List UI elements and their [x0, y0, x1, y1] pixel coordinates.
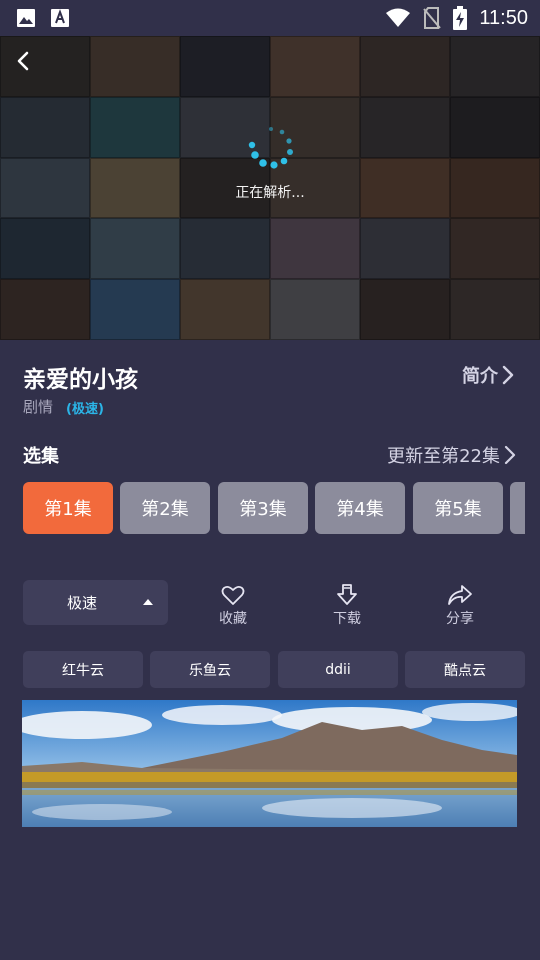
download-label: 下载 [333, 611, 361, 627]
video-player[interactable]: 正在解析... [0, 36, 540, 340]
intro-label: 简介 [462, 366, 498, 387]
share-icon [448, 585, 472, 605]
chevron-right-icon [504, 445, 516, 465]
episode-button-5[interactable]: 第5集 [413, 482, 503, 534]
loading-spinner-icon [248, 127, 293, 169]
clock: 11:50 [479, 6, 528, 29]
genre-label: 剧情 [23, 398, 54, 416]
status-bar: 11:50 [0, 0, 540, 36]
back-button[interactable] [8, 46, 38, 76]
landscape-image [22, 700, 517, 827]
wifi-icon [386, 8, 411, 27]
font-download-icon [51, 9, 69, 27]
share-button[interactable]: 分享 [430, 584, 490, 628]
caret-up-icon [143, 599, 153, 605]
loading-text: 正在解析... [235, 185, 305, 201]
battery-charging-icon [453, 6, 468, 30]
video-title: 亲爱的小孩 [23, 367, 138, 393]
episode-button-2[interactable]: 第2集 [120, 482, 210, 534]
update-text: 更新至第22集 [387, 446, 500, 467]
speed-select-value: 极速 [67, 594, 98, 612]
gallery-icon [17, 9, 35, 27]
share-label: 分享 [446, 611, 474, 627]
intro-button[interactable]: 简介 [462, 362, 514, 388]
source-button-4[interactable]: 酷点云 [405, 651, 525, 688]
episodes-update-link[interactable]: 更新至第22集 [387, 442, 516, 468]
source-button-2[interactable]: 乐鱼云 [150, 651, 270, 688]
episode-list[interactable]: 第1集 第2集 第3集 第4集 第5集 [23, 482, 525, 534]
no-sim-icon [423, 7, 442, 29]
episodes-heading: 选集 [23, 446, 59, 467]
heart-icon [221, 585, 245, 605]
favorite-label: 收藏 [219, 611, 247, 627]
speed-select[interactable]: 极速 [23, 580, 168, 625]
episode-button-partial[interactable] [510, 482, 525, 534]
ad-banner-image[interactable] [22, 700, 517, 827]
episode-button-4[interactable]: 第4集 [315, 482, 405, 534]
source-tag: (极速) [66, 402, 104, 417]
download-button[interactable]: 下载 [317, 584, 377, 628]
episode-button-3[interactable]: 第3集 [218, 482, 308, 534]
favorite-button[interactable]: 收藏 [203, 584, 263, 628]
source-button-1[interactable]: 红牛云 [23, 651, 143, 688]
download-icon [337, 584, 357, 605]
back-arrow-icon [17, 51, 29, 71]
chevron-right-icon [502, 365, 514, 385]
source-button-3[interactable]: ddii [278, 651, 398, 688]
episode-button-1[interactable]: 第1集 [23, 482, 113, 534]
